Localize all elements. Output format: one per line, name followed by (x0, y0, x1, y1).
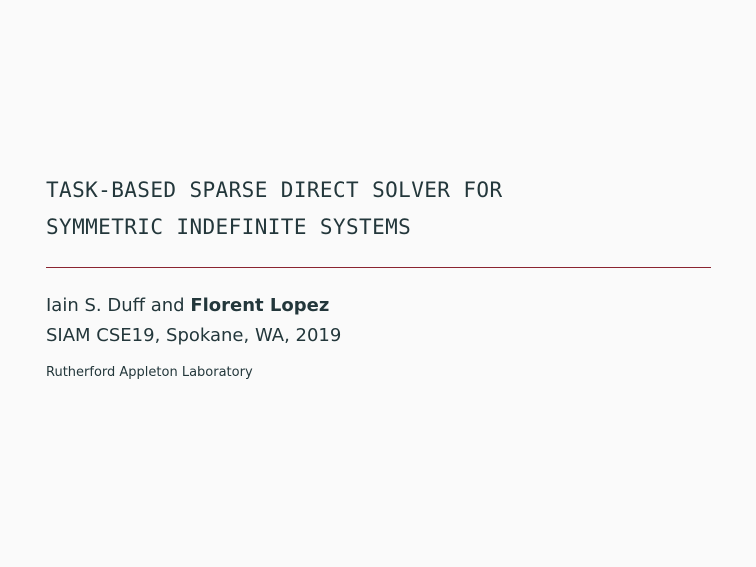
institute-name: Rutherford Appleton Laboratory (46, 365, 253, 380)
title-divider (46, 267, 711, 268)
coauthor-name: Iain S. Duff (46, 295, 146, 316)
presenter-name: Florent Lopez (190, 295, 330, 316)
title-line-2: SYMMETRIC INDEFINITE SYSTEMS (46, 215, 412, 239)
author-conjunction: and (145, 295, 191, 316)
title-line-1: TASK-BASED SPARSE DIRECT SOLVER FOR (46, 178, 503, 202)
slide-title: TASK-BASED SPARSE DIRECT SOLVER FOR SYMM… (46, 172, 711, 246)
author-list: Iain S. Duff and Florent Lopez (46, 294, 329, 318)
event-info: SIAM CSE19, Spokane, WA, 2019 (46, 325, 342, 346)
title-slide: TASK-BASED SPARSE DIRECT SOLVER FOR SYMM… (0, 0, 756, 567)
